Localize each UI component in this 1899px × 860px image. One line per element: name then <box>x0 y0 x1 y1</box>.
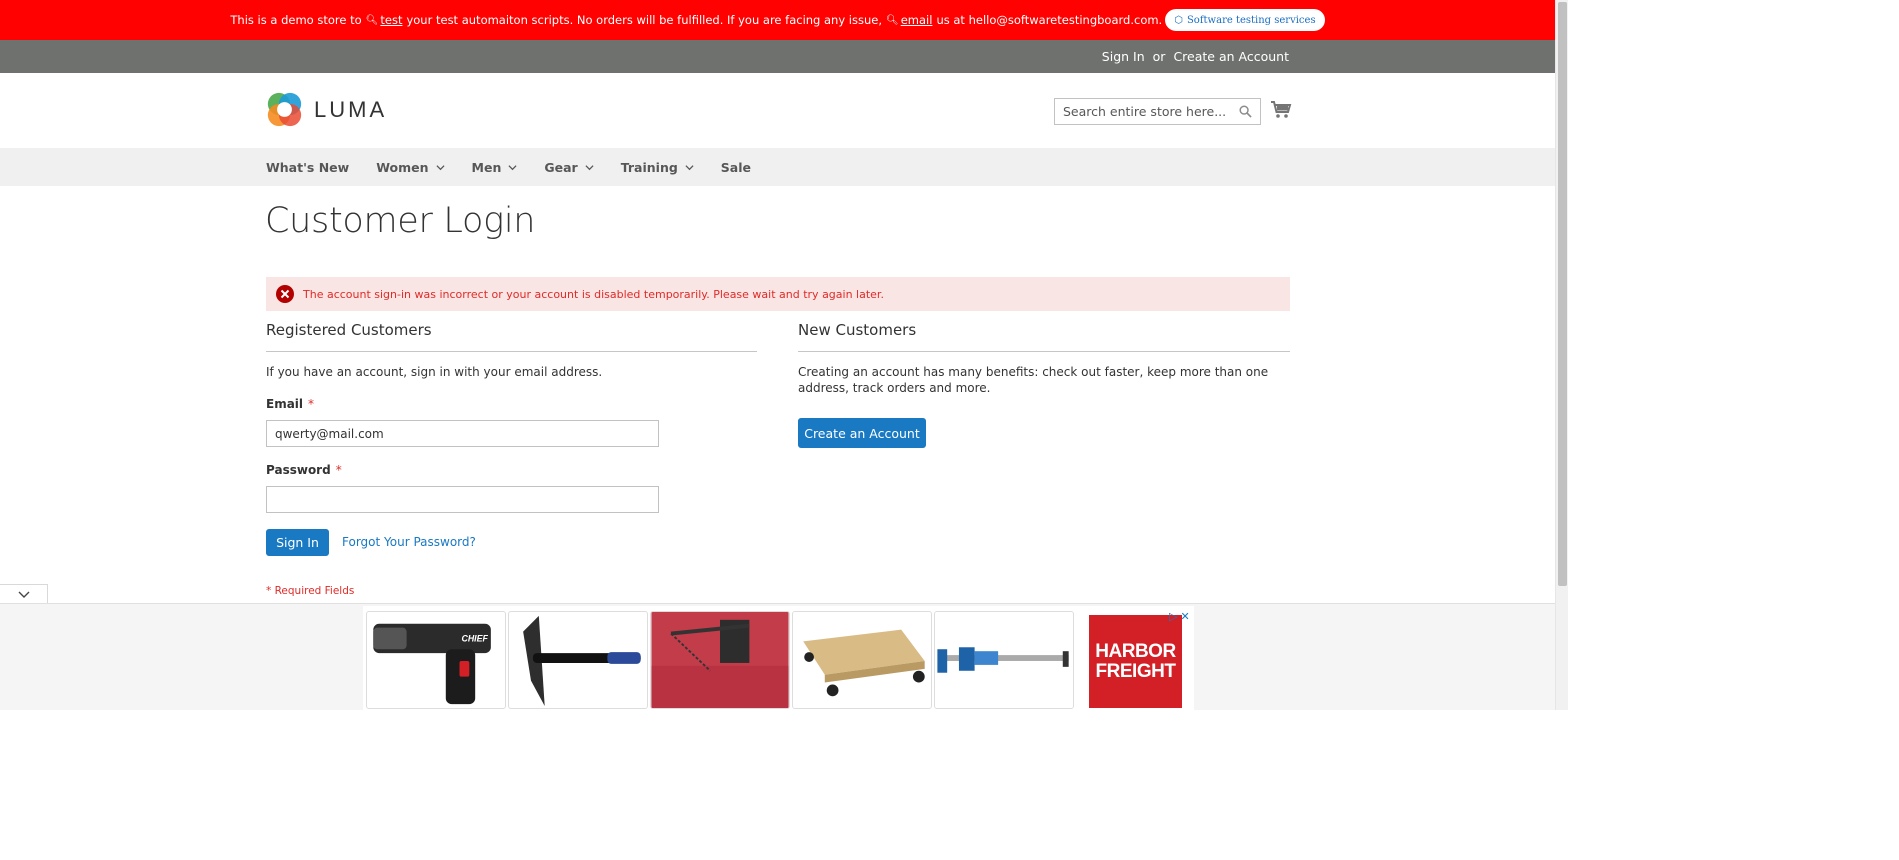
page-scrollbar[interactable] <box>1555 0 1568 710</box>
ad-product-image[interactable] <box>508 611 648 709</box>
ad-banner: CHIEF HARBOR FREIGHT ▷ ✕ <box>0 603 1555 711</box>
nav-item-label: Training <box>620 159 678 175</box>
page-title: Customer Login <box>265 201 536 241</box>
ad-collapse-toggle[interactable] <box>0 584 48 604</box>
error-text: The account sign-in was incorrect or you… <box>303 287 884 301</box>
svg-text:CHIEF: CHIEF <box>461 633 488 643</box>
registered-intro-text: If you have an account, sign in with you… <box>266 365 603 379</box>
ad-choices[interactable]: ▷ ✕ <box>1169 610 1190 623</box>
software-testing-services-button[interactable]: ⬡ Software testing services <box>1165 9 1325 31</box>
nav-item-training[interactable]: Training <box>621 160 694 175</box>
nav-item-label: Women <box>376 159 429 175</box>
ad-product-image[interactable] <box>650 611 790 709</box>
error-message: The account sign-in was incorrect or you… <box>266 277 1290 311</box>
chevron-down-icon <box>585 164 594 170</box>
nav-item-label: Gear <box>544 159 578 175</box>
chevron-down-icon <box>685 164 694 170</box>
create-account-button[interactable]: Create an Account <box>798 418 926 448</box>
new-customers-title: New Customers <box>798 321 917 339</box>
services-button-label: Software testing services <box>1186 14 1316 26</box>
required-asterisk: * <box>308 397 315 411</box>
password-field-wrapper <box>266 486 659 513</box>
luma-logo-icon <box>267 92 302 127</box>
banner-text-1: This is a demo store to <box>230 13 362 27</box>
divider <box>798 351 1290 352</box>
nav-item-whats-new[interactable]: What's New <box>266 160 349 175</box>
magnifier-icon: 🔍︎ <box>886 14 899 26</box>
password-label: Password * <box>266 463 342 477</box>
luma-logo[interactable]: LUMA <box>266 91 387 128</box>
banner-email-link[interactable]: email <box>901 13 933 27</box>
banner-text-3: us at hello@softwaretestingboard.com. <box>936 13 1163 27</box>
luma-wordmark: LUMA <box>314 96 388 122</box>
sign-in-link[interactable]: Sign In <box>1102 49 1145 64</box>
banner-test-link[interactable]: test <box>380 13 402 27</box>
email-field-wrapper <box>266 420 659 447</box>
page: This is a demo store to 🔍︎ test your tes… <box>0 0 1568 711</box>
chevron-down-icon <box>18 591 29 598</box>
main-navigation: What's New Women Men Gear Training Sale <box>0 148 1555 186</box>
search-box <box>1054 98 1261 125</box>
nav-item-label: What's New <box>266 159 350 175</box>
divider <box>266 351 757 352</box>
nav-item-label: Men <box>471 159 502 175</box>
header-links: Sign In or Create an Account <box>1102 40 1289 73</box>
forgot-password-link[interactable]: Forgot Your Password? <box>342 535 476 549</box>
search-input[interactable] <box>1055 99 1260 124</box>
required-fields-note: * Required Fields <box>266 585 355 597</box>
email-field[interactable] <box>267 421 658 446</box>
ad-container: CHIEF HARBOR FREIGHT ▷ ✕ <box>363 606 1194 711</box>
nav-item-label: Sale <box>720 159 751 175</box>
harbor-freight-logo[interactable]: HARBOR FREIGHT <box>1089 615 1182 708</box>
email-label: Email * <box>266 397 314 411</box>
pickaxe-image <box>523 615 641 707</box>
nav-item-sale[interactable]: Sale <box>721 160 751 175</box>
adchoices-icon[interactable]: ▷ <box>1169 610 1177 623</box>
tag-icon: ⬡ <box>1174 14 1183 26</box>
brand-line-1: HARBOR <box>1095 640 1176 662</box>
nav-item-men[interactable]: Men <box>472 160 518 175</box>
nav-item-gear[interactable]: Gear <box>544 159 594 175</box>
cart-icon[interactable] <box>1270 100 1292 120</box>
ad-product-image[interactable]: CHIEF <box>366 611 506 709</box>
error-icon <box>276 285 294 303</box>
registered-customers-title: Registered Customers <box>266 321 432 339</box>
header-panel: Sign In or Create an Account <box>0 40 1555 73</box>
chevron-down-icon <box>436 164 445 170</box>
search-icon[interactable] <box>1239 105 1252 118</box>
truck-bed-crane-image <box>651 612 789 708</box>
password-label-text: Password <box>266 463 331 477</box>
moving-dolly-image <box>793 612 931 708</box>
sign-in-button[interactable]: Sign In <box>266 529 329 556</box>
bar-clamp-image <box>935 612 1073 708</box>
create-account-link[interactable]: Create an Account <box>1173 49 1289 64</box>
air-hammer-image: CHIEF <box>373 623 491 705</box>
password-field[interactable] <box>267 487 658 512</box>
magnifier-icon: 🔍︎ <box>365 14 379 26</box>
ad-product-image[interactable] <box>934 611 1074 709</box>
demo-store-banner: This is a demo store to 🔍︎ test your tes… <box>0 0 1555 40</box>
scrollbar-thumb[interactable] <box>1558 2 1567 586</box>
chevron-down-icon <box>508 164 517 170</box>
or-separator: or <box>1152 49 1166 64</box>
nav-item-women[interactable]: Women <box>376 159 445 175</box>
brand-line-2: FREIGHT <box>1095 660 1176 682</box>
required-asterisk: * <box>335 463 342 477</box>
close-icon[interactable]: ✕ <box>1180 610 1189 623</box>
new-customers-intro-text: Creating an account has many benefits: c… <box>798 365 1269 395</box>
email-label-text: Email <box>266 397 304 411</box>
ad-product-image[interactable] <box>792 611 932 709</box>
banner-text-2: your test automaiton scripts. No orders … <box>406 13 883 27</box>
